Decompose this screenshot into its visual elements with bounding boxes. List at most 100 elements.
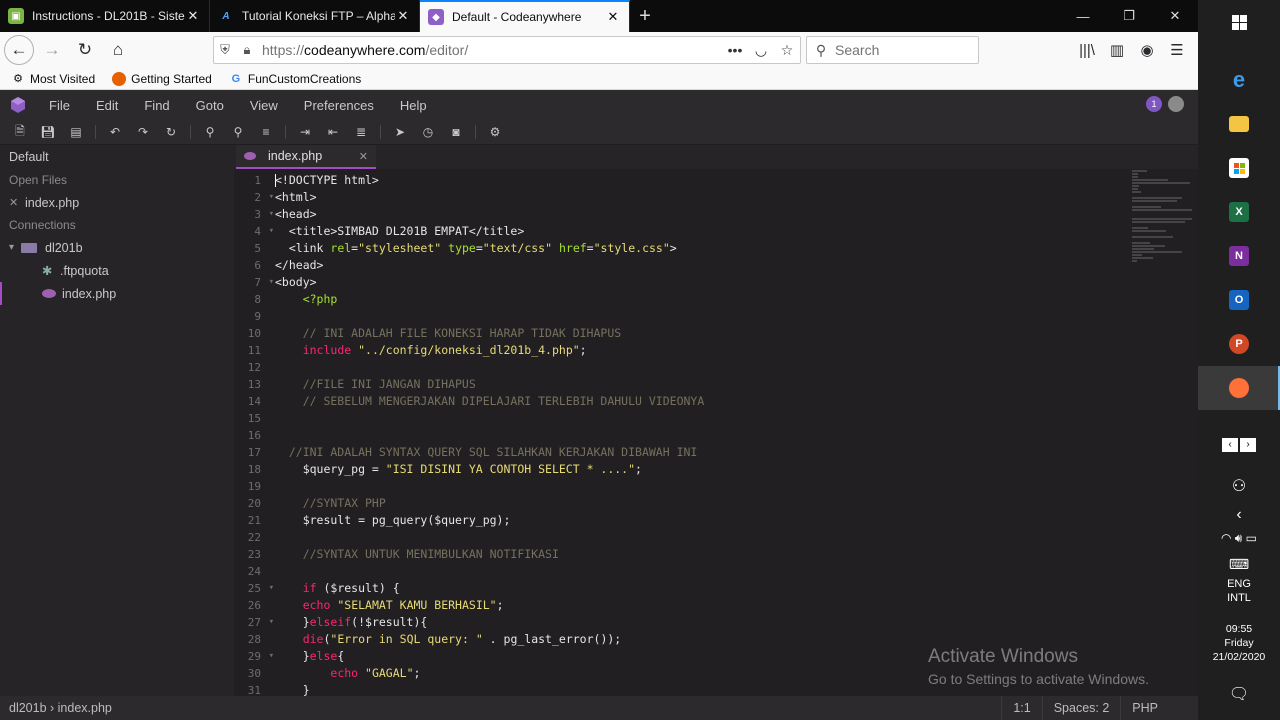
history-icon[interactable]: ◷: [414, 120, 442, 145]
close-icon[interactable]: ✕: [395, 8, 411, 24]
menu-view[interactable]: View: [237, 98, 291, 113]
menu-edit[interactable]: Edit: [83, 98, 131, 113]
page-actions-icon[interactable]: •••: [722, 42, 748, 58]
breadcrumb[interactable]: dl201b › index.php: [0, 701, 1001, 715]
code-line[interactable]: [275, 359, 1125, 376]
input-language[interactable]: ENG INTL: [1198, 578, 1280, 604]
code-editor[interactable]: 1234567891011121314151617181920212223242…: [234, 169, 1198, 696]
excel-icon[interactable]: X: [1198, 190, 1280, 234]
sidebar-icon[interactable]: ▥: [1102, 36, 1132, 64]
home-icon[interactable]: ⌂: [103, 35, 133, 65]
code-line[interactable]: [275, 427, 1125, 444]
close-window-icon[interactable]: ✕: [1152, 0, 1198, 32]
code-line[interactable]: <title>SIMBAD DL201B EMPAT</title>: [275, 223, 1125, 240]
clock[interactable]: 09:55 Friday 21/02/2020: [1198, 622, 1280, 664]
language-mode[interactable]: PHP: [1120, 696, 1198, 720]
menu-preferences[interactable]: Preferences: [291, 98, 387, 113]
close-icon[interactable]: ✕: [359, 150, 368, 163]
code-line[interactable]: <link rel="stylesheet" type="text/css" h…: [275, 240, 1125, 257]
minimap[interactable]: [1132, 169, 1198, 309]
preview-icon[interactable]: ◙: [442, 120, 470, 145]
code-line[interactable]: if ($result) {: [275, 580, 1125, 597]
save-icon[interactable]: 💾︎: [34, 120, 62, 145]
close-icon[interactable]: ✕: [605, 9, 621, 25]
code-line[interactable]: // INI ADALAH FILE KONEKSI HARAP TIDAK D…: [275, 325, 1125, 342]
people-icon[interactable]: ⚇: [1198, 476, 1280, 496]
editor-tab-index-php[interactable]: index.php ✕: [236, 145, 376, 169]
file-item-ftpquota[interactable]: ✱ .ftpquota: [0, 259, 234, 282]
open-file-item[interactable]: ✕ index.php: [0, 191, 234, 214]
code-line[interactable]: [275, 563, 1125, 580]
bookmark-star-icon[interactable]: ☆: [774, 42, 800, 59]
code-line[interactable]: }elseif(!$result){: [275, 614, 1125, 631]
maximize-icon[interactable]: ❐: [1106, 0, 1152, 32]
menu-help[interactable]: Help: [387, 98, 440, 113]
chevron-right-icon[interactable]: ›: [1240, 438, 1256, 452]
pocket-icon[interactable]: ◡: [748, 42, 774, 59]
store-icon[interactable]: [1198, 146, 1280, 190]
outdent-icon[interactable]: ⇤: [319, 120, 347, 145]
save-all-icon[interactable]: ▤: [62, 120, 90, 145]
chevron-up-icon[interactable]: ‹: [1198, 506, 1280, 524]
firefox-taskbar-icon[interactable]: [1198, 366, 1280, 410]
back-icon[interactable]: ←: [4, 35, 34, 65]
code-line[interactable]: include "../config/koneksi_dl201b_4.php"…: [275, 342, 1125, 359]
code-line[interactable]: //INI ADALAH SYNTAX QUERY SQL SILAHKAN K…: [275, 444, 1125, 461]
new-tab-button[interactable]: +: [630, 0, 660, 32]
new-file-icon[interactable]: 🗎︎: [6, 120, 34, 145]
menu-goto[interactable]: Goto: [183, 98, 237, 113]
connection-folder[interactable]: ▾ dl201b: [0, 236, 234, 259]
code-line[interactable]: //FILE INI JANGAN DIHAPUS: [275, 376, 1125, 393]
minimize-icon[interactable]: —: [1060, 0, 1106, 32]
keyboard-icon[interactable]: ⌨: [1198, 556, 1280, 573]
browser-tab-codeanywhere[interactable]: ◆ Default - Codeanywhere ✕: [420, 0, 630, 32]
code-line[interactable]: echo "SELAMAT KAMU BERHASIL";: [275, 597, 1125, 614]
chevron-down-icon[interactable]: ▾: [9, 242, 21, 253]
bookmark-most-visited[interactable]: ⚙ Most Visited: [0, 72, 101, 86]
code-line[interactable]: //SYNTAX PHP: [275, 495, 1125, 512]
code-line[interactable]: </head>: [275, 257, 1125, 274]
code-line[interactable]: // SEBELUM MENGERJAKAN DIPELAJARI TERLEB…: [275, 393, 1125, 410]
notification-badge[interactable]: 1: [1146, 96, 1162, 112]
refresh-icon[interactable]: ↻: [157, 120, 185, 145]
code-line[interactable]: [275, 478, 1125, 495]
code-line[interactable]: [275, 529, 1125, 546]
lock-icon[interactable]: 🔒︎: [236, 42, 258, 58]
onenote-icon[interactable]: N: [1198, 234, 1280, 278]
codeanywhere-logo-icon[interactable]: [0, 90, 36, 120]
bookmark-getting-started[interactable]: Getting Started: [101, 71, 218, 86]
redo-icon[interactable]: ↷: [129, 120, 157, 145]
account-icon[interactable]: ◉: [1132, 36, 1162, 64]
edge-icon[interactable]: e: [1198, 58, 1280, 102]
undo-icon[interactable]: ↶: [101, 120, 129, 145]
file-explorer-icon[interactable]: [1198, 102, 1280, 146]
bookmark-funcustomcreations[interactable]: G FunCustomCreations: [218, 72, 367, 86]
url-bar[interactable]: ⛨ 🔒︎ https://codeanywhere.com/editor/ ••…: [213, 36, 801, 64]
shield-icon[interactable]: ⛨: [214, 42, 236, 58]
sidebar-title[interactable]: Default: [0, 145, 234, 169]
cursor-position[interactable]: 1:1: [1001, 696, 1041, 720]
outlook-icon[interactable]: O: [1198, 278, 1280, 322]
code-line[interactable]: $result = pg_query($query_pg);: [275, 512, 1125, 529]
menu-icon[interactable]: ☰: [1162, 36, 1192, 64]
library-icon[interactable]: |||\: [1072, 36, 1102, 64]
indentation-setting[interactable]: Spaces: 2: [1041, 696, 1121, 720]
run-icon[interactable]: ➤: [386, 120, 414, 145]
url-text[interactable]: https://codeanywhere.com/editor/: [258, 42, 722, 58]
browser-tab-instructions[interactable]: ▣ Instructions - DL201B - Sistem I ✕: [0, 0, 210, 32]
code-line[interactable]: <head>: [275, 206, 1125, 223]
browser-tab-tutorial[interactable]: A Tutorial Koneksi FTP – Alphabe ✕: [210, 0, 420, 32]
menu-file[interactable]: File: [36, 98, 83, 113]
avatar[interactable]: [1168, 96, 1184, 112]
file-item-index-php[interactable]: index.php: [0, 282, 234, 305]
code-line[interactable]: [275, 410, 1125, 427]
close-icon[interactable]: ✕: [9, 196, 25, 209]
powerpoint-icon[interactable]: P: [1198, 322, 1280, 366]
chevron-left-icon[interactable]: ‹: [1222, 438, 1238, 452]
search-input[interactable]: ⚲ Search: [806, 36, 979, 64]
notification-center-icon[interactable]: 🗨︎: [1198, 684, 1280, 704]
settings-gear-icon[interactable]: ⚙: [481, 120, 509, 145]
code-area[interactable]: <!DOCTYPE html> <html> <head> <title>SIMBA…: [275, 172, 1125, 696]
indent-icon[interactable]: ⇥: [291, 120, 319, 145]
code-line[interactable]: <!DOCTYPE html>: [275, 172, 1125, 189]
